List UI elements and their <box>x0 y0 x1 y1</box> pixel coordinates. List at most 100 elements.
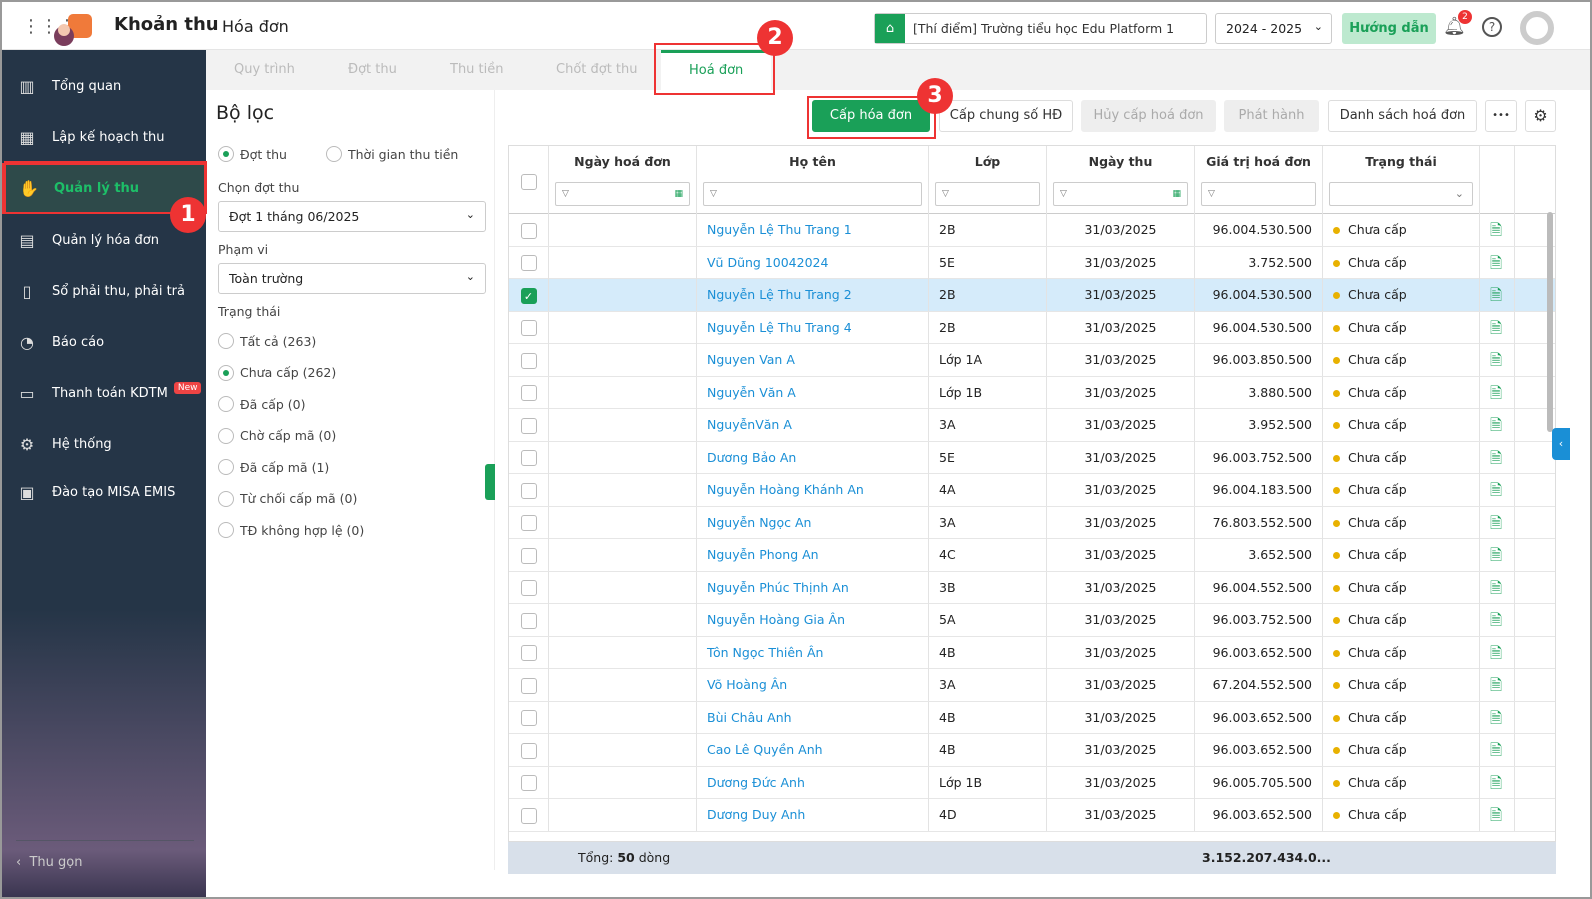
scrollbar[interactable] <box>1547 212 1553 432</box>
cell-1[interactable]: Dương Duy Anh <box>697 799 929 831</box>
sidebar-item-0[interactable]: ▥ Tổng quan <box>2 61 206 112</box>
row-checkbox[interactable] <box>520 710 537 726</box>
table-row[interactable]: Bùi Châu Anh 4B 31/03/2025 96.003.652.500 Ch… <box>509 701 1555 734</box>
table-row[interactable]: ✓ Nguyễn Lệ Thu Trang 2 2B 31/03/2025 96.004… <box>509 279 1555 312</box>
add-invoice-icon[interactable]: 🗎︎ <box>1480 539 1515 571</box>
more-icon[interactable]: ••• <box>1485 100 1517 132</box>
table-row[interactable]: Dương Duy Anh 4D 31/03/2025 96.003.652.500 C… <box>509 799 1555 832</box>
column-filter-input[interactable]: ▽ <box>703 182 922 206</box>
cell-value[interactable]: Nguyễn Ngọc An <box>707 515 811 530</box>
add-invoice-icon[interactable]: 🗎︎ <box>1480 344 1515 376</box>
status-radio-2[interactable]: Đã cấp (0) <box>218 396 305 412</box>
side-panel-toggle[interactable]: ‹ <box>1552 428 1570 460</box>
tab-thu-tien[interactable]: Thu tiền <box>450 62 504 77</box>
help-icon[interactable]: ? <box>1482 17 1502 37</box>
row-checkbox[interactable] <box>520 482 537 499</box>
cell-1[interactable]: Nguyễn Lệ Thu Trang 4 <box>697 311 929 344</box>
table-row[interactable]: Võ Hoàng Ân 3A 31/03/2025 67.204.552.500 Chư… <box>509 669 1555 702</box>
cell-value[interactable]: Bùi Châu Anh <box>707 710 792 725</box>
table-row[interactable]: Vũ Dũng 10042024 5E 31/03/2025 3.752.500 Chư… <box>509 246 1555 279</box>
add-invoice-icon[interactable]: 🗎︎ <box>1480 701 1515 734</box>
table-row[interactable]: NguyễnVăn A 3A 31/03/2025 3.952.500 Chưa cấp… <box>509 409 1555 442</box>
cell-value[interactable]: NguyễnVăn A <box>707 417 792 432</box>
select-all-checkbox[interactable] <box>509 146 549 214</box>
cancel-invoice-button[interactable]: Hủy cấp hoá đơn <box>1081 100 1216 132</box>
cell-value[interactable]: Cao Lê Quyền Anh <box>707 742 823 757</box>
table-row[interactable]: Dương Bảo An 5E 31/03/2025 96.003.752.500 Ch… <box>509 441 1555 474</box>
table-row[interactable]: Nguyễn Lệ Thu Trang 1 2B 31/03/2025 96.004.… <box>509 214 1555 247</box>
row-checkbox[interactable] <box>520 385 537 401</box>
status-radio-3[interactable]: Chờ cấp mã (0) <box>218 427 336 444</box>
add-invoice-icon[interactable]: 🗎︎ <box>1480 734 1515 766</box>
status-radio-6[interactable]: TĐ không hợp lệ (0) <box>218 522 364 538</box>
column-filter-input[interactable]: ▽ <box>1201 182 1316 206</box>
cell-1[interactable]: Nguyễn Ngọc An <box>697 506 929 539</box>
add-invoice-icon[interactable]: 🗎︎ <box>1480 474 1515 506</box>
column-filter-input[interactable]: ▽ <box>935 182 1040 206</box>
cell-value[interactable]: Nguyễn Lệ Thu Trang 1 <box>707 222 852 237</box>
column-filter-input[interactable]: ⌄ <box>1329 182 1473 206</box>
row-checkbox[interactable] <box>520 677 537 694</box>
scope-select[interactable]: Toàn trường ⌄ <box>218 263 486 294</box>
row-checkbox[interactable] <box>520 742 537 759</box>
table-row[interactable]: Nguyễn Hoàng Khánh An 4A 31/03/2025 96.004.… <box>509 474 1555 507</box>
table-row[interactable]: Nguyễn Hoàng Gia Ân 5A 31/03/2025 96.003.75… <box>509 604 1555 637</box>
status-radio-4[interactable]: Đã cấp mã (1) <box>218 459 329 475</box>
tab-chot-dot-thu[interactable]: Chốt đợt thu <box>556 62 638 77</box>
cell-value[interactable]: Tôn Ngọc Thiên Ân <box>707 645 823 660</box>
cell-1[interactable]: Dương Đức Anh <box>697 766 929 799</box>
cell-value[interactable]: Nguyễn Hoàng Khánh An <box>707 482 864 497</box>
row-checkbox[interactable] <box>520 645 537 661</box>
add-invoice-icon[interactable]: 🗎︎ <box>1480 799 1515 831</box>
add-invoice-icon[interactable]: 🗎︎ <box>1480 376 1515 409</box>
cell-1[interactable]: Dương Bảo An <box>697 441 929 474</box>
avatar[interactable] <box>1520 11 1554 45</box>
cell-value[interactable]: Nguyễn Phong An <box>707 547 819 562</box>
cell-1[interactable]: Vũ Dũng 10042024 <box>697 246 929 279</box>
cell-value[interactable]: Nguyễn Lệ Thu Trang 2 <box>707 287 852 302</box>
row-checkbox[interactable] <box>520 417 537 434</box>
row-checkbox[interactable] <box>520 547 537 564</box>
cell-1[interactable]: NguyễnVăn A <box>697 409 929 441</box>
row-checkbox[interactable]: ✓ <box>520 287 537 304</box>
cell-1[interactable]: Nguyễn Hoàng Khánh An <box>697 474 929 506</box>
sidebar-item-5[interactable]: ◔ Báo cáo <box>2 317 206 368</box>
cell-1[interactable]: Bùi Châu Anh <box>697 701 929 734</box>
add-invoice-icon[interactable]: 🗎︎ <box>1480 636 1515 669</box>
sidebar-item-1[interactable]: ▦ Lập kế hoạch thu <box>2 112 206 163</box>
cell-value[interactable]: Nguyễn Văn A <box>707 385 796 400</box>
cell-1[interactable]: Nguyễn Lệ Thu Trang 2 <box>697 279 929 311</box>
row-checkbox[interactable] <box>520 807 537 824</box>
table-row[interactable]: Nguyễn Văn A Lớp 1B 31/03/2025 3.880.500 Chư… <box>509 376 1555 409</box>
table-row[interactable]: Nguyễn Phúc Thịnh An 3B 31/03/2025 96.004.5… <box>509 571 1555 604</box>
row-checkbox[interactable] <box>520 580 537 596</box>
cell-1[interactable]: Nguyễn Phúc Thịnh An <box>697 571 929 604</box>
settings-gear-icon[interactable]: ⚙ <box>1525 100 1556 132</box>
period-select[interactable]: Đợt 1 tháng 06/2025 ⌄ <box>218 201 486 232</box>
cell-1[interactable]: Nguyễn Hoàng Gia Ân <box>697 604 929 636</box>
radio-thoi-gian[interactable]: Thời gian thu tiền <box>326 146 458 162</box>
cell-value[interactable]: Nguyễn Hoàng Gia Ân <box>707 612 845 627</box>
row-checkbox[interactable] <box>520 515 537 531</box>
status-radio-0[interactable]: Tất cả (263) <box>218 333 316 349</box>
table-row[interactable]: Cao Lê Quyền Anh 4B 31/03/2025 96.003.652.5… <box>509 734 1555 767</box>
table-row[interactable]: Nguyễn Lệ Thu Trang 4 2B 31/03/2025 96.004.… <box>509 311 1555 344</box>
column-filter-input[interactable]: ▽ ▦ <box>1053 182 1188 206</box>
cell-value[interactable]: Nguyễn Lệ Thu Trang 4 <box>707 320 852 335</box>
cell-value[interactable]: Dương Duy Anh <box>707 807 805 822</box>
add-invoice-icon[interactable]: 🗎︎ <box>1480 246 1515 279</box>
issue-common-number-button[interactable]: Cấp chung số HĐ <box>939 100 1073 132</box>
tab-dot-thu[interactable]: Đợt thu <box>348 62 397 77</box>
sidebar-item-8[interactable]: ▣ Đào tạo MISA EMIS <box>2 467 206 518</box>
add-invoice-icon[interactable]: 🗎︎ <box>1480 766 1515 799</box>
status-radio-5[interactable]: Từ chối cấp mã (0) <box>218 490 357 507</box>
cell-value[interactable]: Vũ Dũng 10042024 <box>707 255 828 270</box>
table-row[interactable]: Nguyễn Ngọc An 3A 31/03/2025 76.803.552.500… <box>509 506 1555 539</box>
panel-toggle-handle[interactable] <box>485 464 495 500</box>
cell-1[interactable]: Nguyễn Văn A <box>697 376 929 409</box>
add-invoice-icon[interactable]: 🗎︎ <box>1480 604 1515 636</box>
row-checkbox[interactable] <box>520 222 537 239</box>
cell-1[interactable]: Nguyễn Phong An <box>697 539 929 571</box>
table-row[interactable]: Nguyen Van A Lớp 1A 31/03/2025 96.003.850.5… <box>509 344 1555 377</box>
cell-value[interactable]: Dương Đức Anh <box>707 775 805 790</box>
